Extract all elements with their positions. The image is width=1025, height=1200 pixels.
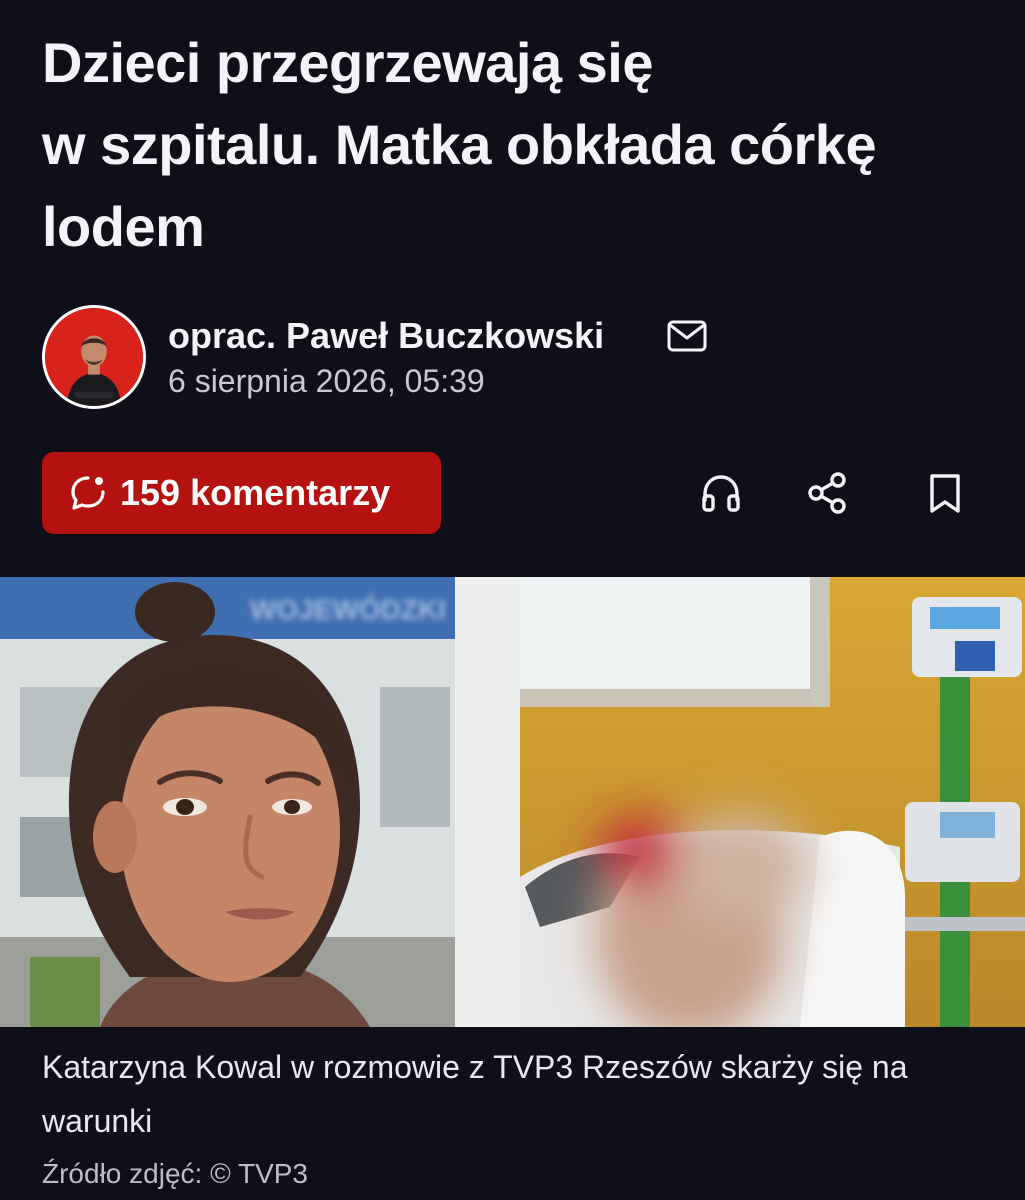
headline-line-1: Dzieci przegrzewają się: [42, 31, 654, 94]
photo-caption: Katarzyna Kowal w rozmowie z TVP3 Rzeszó…: [42, 1049, 908, 1139]
bookmark-icon: [930, 474, 960, 513]
chat-bubble-icon: [71, 476, 105, 510]
publish-date: 6 sierpnia 2026, 05:39: [168, 363, 485, 399]
headline-line-2: w szpitalu. Matka obkłada córkę: [42, 113, 877, 176]
author-name[interactable]: oprac. Paweł Buczkowski: [168, 315, 604, 357]
photo-source: Źródło zdjęć: © TVP3: [42, 1158, 308, 1189]
photo-sign-text: WOJEWÓDZKI: [250, 594, 446, 625]
share-icon: [808, 472, 846, 514]
listen-button[interactable]: [698, 470, 744, 516]
bookmark-button[interactable]: [922, 470, 968, 516]
comments-count: 159 komentarzy: [120, 472, 391, 513]
article-page: Dzieci przegrzewają się w szpitalu. Matk…: [0, 0, 1025, 1200]
headphones-icon: [702, 475, 740, 512]
article-photo[interactable]: WOJEWÓDZKI: [0, 577, 1025, 1027]
avatar-portrait: [45, 308, 143, 406]
photo-illustration: WOJEWÓDZKI: [0, 577, 1025, 1027]
share-button[interactable]: [804, 470, 850, 516]
headline-line-3: lodem: [42, 195, 205, 258]
article-headline: Dzieci przegrzewają się w szpitalu. Matk…: [42, 22, 992, 268]
article-actions: 159 komentarzy: [42, 452, 982, 536]
author-info: oprac. Paweł Buczkowski 6 sierpnia 2026,…: [42, 305, 982, 411]
comments-button[interactable]: 159 komentarzy: [42, 452, 441, 534]
mail-icon[interactable]: [666, 319, 708, 353]
author-avatar[interactable]: [42, 305, 146, 409]
